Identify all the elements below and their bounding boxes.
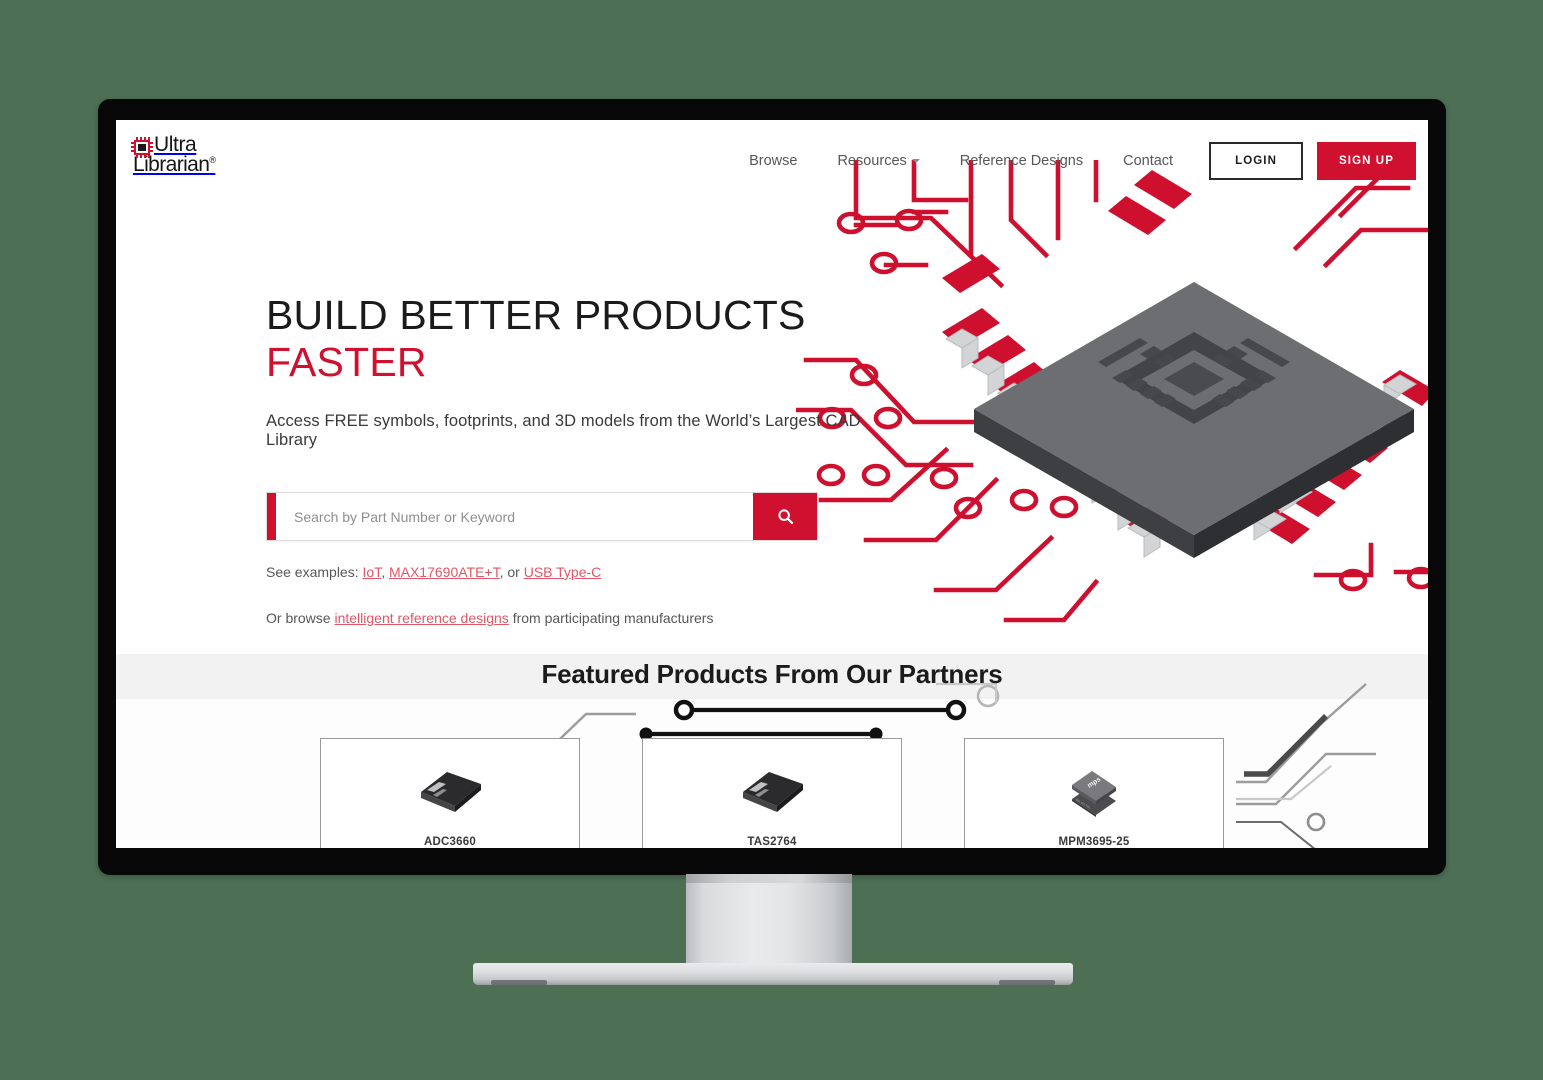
search-icon [777,509,793,525]
nav-item-contact[interactable]: Contact [1103,143,1193,179]
example-link-iot[interactable]: IoT [363,564,382,580]
product-thumbnail: mps [965,739,1223,836]
hero-copy: BUILD BETTER PRODUCTS FASTER Access FREE… [266,292,906,626]
search-bar [266,492,818,541]
logo-wordmark: Ultra Librarian® [133,134,216,174]
main-navigation: Browse Resources Reference Designs Conta… [729,142,1416,180]
featured-products-section: Featured Products From Our Partners ADC3… [116,654,1428,848]
headline-accent: FASTER [266,339,427,385]
featured-cards: ADC3660 High-speed, 16-bit ADC [116,738,1428,848]
monitor-screen: Ultra Librarian® Browse Resources Refere… [116,120,1428,848]
chip-icon [131,137,153,158]
examples-prefix: See examples: [266,564,363,580]
page-root: Ultra Librarian® Browse Resources Refere… [0,0,1543,1080]
product-card[interactable]: mps MPM3695-25 Fully Integrated Power Mo… [964,738,1224,848]
product-thumbnail [643,739,901,836]
power-module-photo: mps [1072,770,1116,817]
hero-subhead: Access FREE symbols, footprints, and 3D … [266,412,861,449]
example-links: See examples: IoT, MAX17690ATE+T, or USB… [266,564,602,580]
headline-main: BUILD BETTER PRODUCTS [266,292,806,338]
product-card[interactable]: TAS2764 Enhance your speaker [642,738,902,848]
browse-prefix: Or browse [266,610,335,626]
nav-item-reference-designs[interactable]: Reference Designs [940,143,1103,179]
reference-designs-link[interactable]: intelligent reference designs [334,610,508,626]
signup-button[interactable]: SIGN UP [1317,142,1416,180]
search-input[interactable] [276,493,753,540]
site-logo[interactable]: Ultra Librarian® [131,134,216,175]
product-name: MPM3695-25 [1058,836,1130,848]
product-name: ADC3660 [424,836,476,848]
product-card[interactable]: ADC3660 High-speed, 16-bit ADC [320,738,580,848]
qfn-chip-photo [421,771,481,812]
qfn-chip-photo [743,771,803,812]
login-button[interactable]: LOGIN [1209,142,1303,180]
featured-title: Featured Products From Our Partners [541,659,1003,689]
page-title: BUILD BETTER PRODUCTS FASTER [266,292,906,386]
site-header: Ultra Librarian® Browse Resources Refere… [116,120,1428,214]
monitor-neck [686,874,852,969]
monitor-frame: Ultra Librarian® Browse Resources Refere… [98,99,1446,875]
monitor-base [473,963,1073,985]
nav-item-browse[interactable]: Browse [729,143,817,179]
logo-trademark: ® [209,154,216,165]
example-link-max17690[interactable]: MAX17690ATE+T [389,564,500,580]
browse-reference-designs-line: Or browse intelligent reference designs … [266,610,906,626]
hero-section: Ultra Librarian® Browse Resources Refere… [116,120,1428,654]
product-name: TAS2764 [747,836,797,848]
example-link-usb-type-c[interactable]: USB Type-C [524,564,602,580]
search-accent-bar [267,493,276,540]
product-thumbnail [321,739,579,836]
chevron-down-icon [911,159,920,164]
nav-item-resources[interactable]: Resources [817,143,939,179]
search-button[interactable] [753,493,817,540]
browse-suffix: from participating manufacturers [508,610,714,626]
